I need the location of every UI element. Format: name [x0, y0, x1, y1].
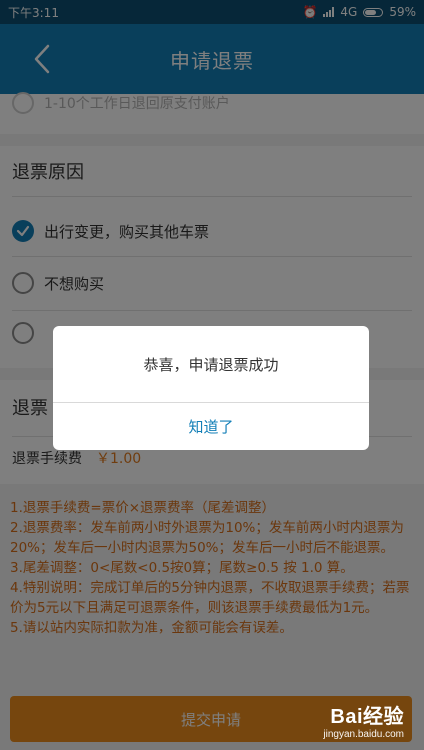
watermark-brand: Bai经验 — [330, 706, 404, 728]
dialog-message: 恭喜，申请退票成功 — [143, 355, 279, 374]
dialog-ok-button[interactable]: 知道了 — [53, 403, 369, 450]
baidu-jingyan-watermark: Bai经验 jingyan.baidu.com — [323, 700, 404, 740]
success-dialog: 恭喜，申请退票成功 知道了 — [53, 326, 369, 450]
watermark-url: jingyan.baidu.com — [323, 729, 404, 740]
